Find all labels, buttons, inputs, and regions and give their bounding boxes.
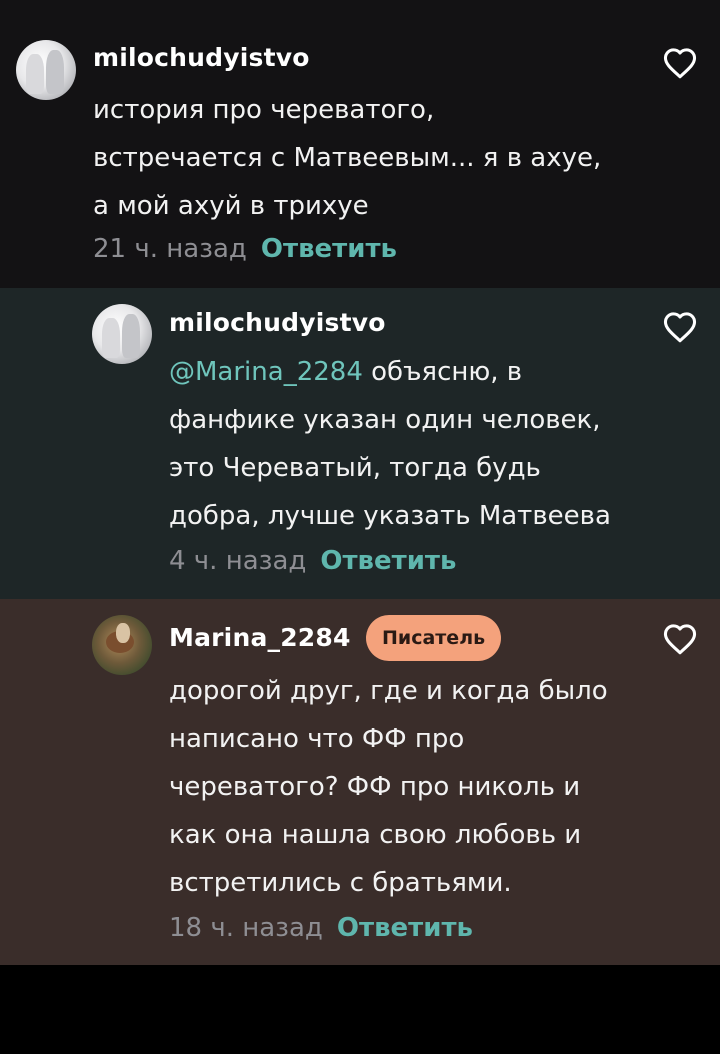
heart-outline-icon[interactable]: [662, 311, 698, 343]
comment-item: milochudyistvo история про череватого, в…: [0, 0, 720, 288]
comment-body: дорогой друг, где и когда было написано …: [169, 676, 608, 898]
comment-text: дорогой друг, где и когда было написано …: [169, 667, 608, 907]
reply-button[interactable]: Ответить: [261, 234, 397, 264]
user-avatar-icon[interactable]: [16, 40, 76, 100]
heart-outline-icon[interactable]: [662, 623, 698, 655]
comment-text: @Marina_2284 объясню, в фанфике указан о…: [169, 348, 611, 540]
comment-reply-item: Marina_2284 Писатель дорогой друг, где и…: [0, 599, 720, 965]
comment-timestamp: 21 ч. назад: [93, 234, 247, 264]
user-avatar-icon[interactable]: [92, 304, 152, 364]
user-avatar-icon[interactable]: [92, 615, 152, 675]
comment-username[interactable]: Marina_2284: [169, 623, 351, 652]
reply-button[interactable]: Ответить: [337, 913, 473, 943]
comment-body: история про череватого, встречается с Ма…: [93, 95, 602, 221]
comment-timestamp: 18 ч. назад: [169, 913, 323, 943]
comment-reply-item: milochudyistvo @Marina_2284 объясню, в ф…: [0, 288, 720, 599]
heart-outline-icon[interactable]: [662, 47, 698, 79]
comment-text: история про череватого, встречается с Ма…: [93, 86, 601, 230]
comment-meta: 4 ч. назад Ответить: [169, 546, 456, 576]
author-badge: Писатель: [366, 615, 502, 661]
comment-timestamp: 4 ч. назад: [169, 546, 307, 576]
comment-meta: 18 ч. назад Ответить: [169, 913, 473, 943]
comment-username[interactable]: milochudyistvo: [93, 43, 310, 72]
reply-button[interactable]: Ответить: [320, 546, 456, 576]
comment-username[interactable]: milochudyistvo: [169, 308, 386, 337]
comment-mention[interactable]: @Marina_2284: [169, 357, 363, 387]
comment-meta: 21 ч. назад Ответить: [93, 234, 397, 264]
